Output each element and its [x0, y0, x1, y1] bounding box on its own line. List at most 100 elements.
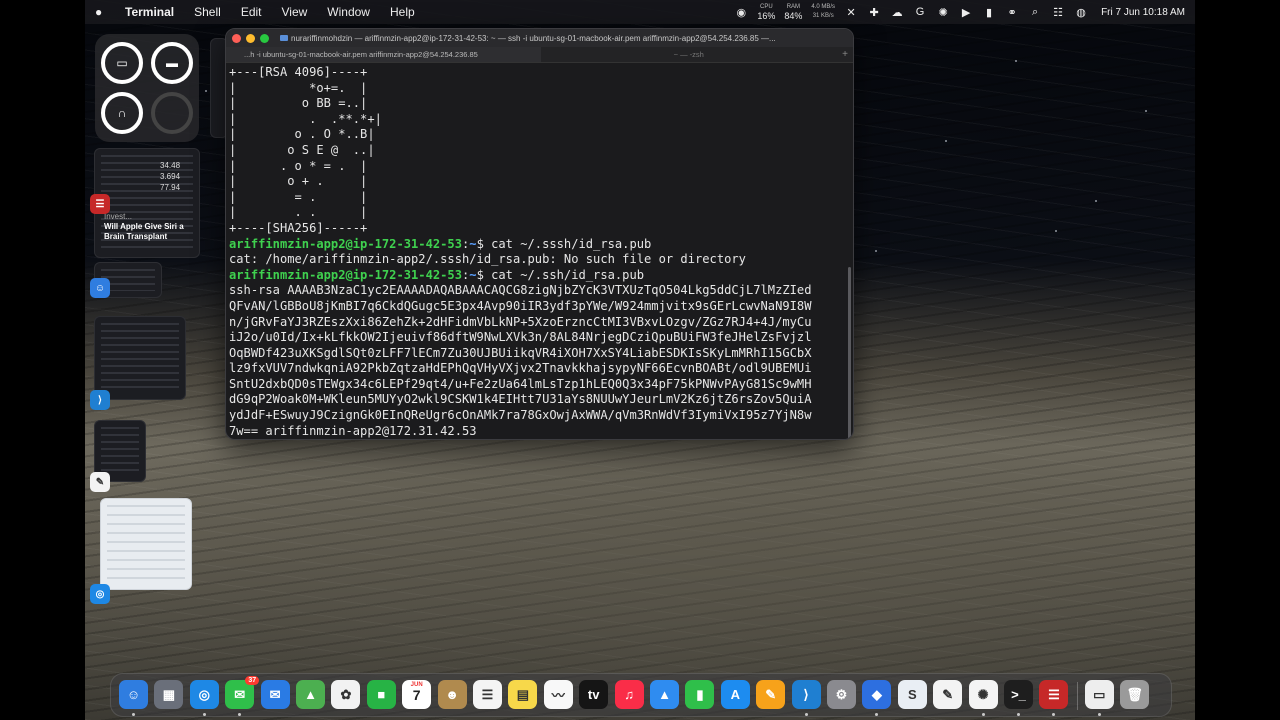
- notes-glyph: ▤: [516, 686, 530, 702]
- system-settings-icon[interactable]: ⚙: [827, 680, 856, 709]
- ram-stat[interactable]: RAM 84%: [784, 3, 802, 21]
- textedit-icon[interactable]: ✎: [933, 680, 963, 709]
- prompt-user: ariffinmzin-app2@ip-172-31-42-53: [229, 236, 462, 251]
- output-line: ssh-rsa AAAAB3NzaC1yc2EAAAADAQABAAACAQCG…: [229, 283, 812, 298]
- safari-icon[interactable]: ◎: [189, 680, 219, 709]
- tab-zsh[interactable]: ~ — -zsh: [541, 47, 838, 62]
- sublime-glyph: S: [907, 687, 917, 702]
- database-app-icon[interactable]: ☰: [1039, 680, 1069, 709]
- output-line: | . .**.*+|: [229, 111, 382, 126]
- battery-icon[interactable]: ▮: [982, 5, 996, 19]
- clock[interactable]: Fri 7 Jun 10:18 AM: [1101, 7, 1185, 18]
- sublime-icon[interactable]: S: [897, 680, 927, 709]
- scroll-thumb[interactable]: [848, 267, 851, 439]
- siri-icon[interactable]: ◍: [1074, 5, 1088, 19]
- new-tab-icon[interactable]: +: [837, 47, 853, 62]
- vscode-icon[interactable]: ⟩: [791, 680, 821, 709]
- grammarly-icon[interactable]: G: [913, 5, 927, 19]
- dock-separator: [1076, 682, 1078, 710]
- terminal-window[interactable]: nurariffinmohdzin — ariffinmzin-app2@ip-…: [225, 28, 854, 440]
- notes-icon[interactable]: ▤: [508, 680, 538, 709]
- running-indicator: [238, 713, 242, 716]
- calendar-icon[interactable]: 7 JUN: [402, 680, 432, 709]
- news-source: Invest...: [104, 212, 133, 221]
- trash-glyph: 🗑: [1126, 686, 1143, 702]
- menu-help[interactable]: Help: [380, 5, 425, 19]
- control-center-icon[interactable]: ☷: [1051, 5, 1065, 19]
- scrollbar[interactable]: [848, 67, 851, 439]
- window-title-text: nurariffinmohdzin — ariffinmzin-app2@ip-…: [291, 33, 776, 43]
- output-line: SntU2dxbQD0sTEWgx34c6LEPf29qt4/u+Fe2zUa6…: [229, 376, 812, 391]
- apple-menu-icon[interactable]: ●: [95, 5, 119, 19]
- menu-bar: ● Terminal Shell Edit View Window Help ◉…: [85, 0, 1195, 24]
- numbers-glyph: ▮: [696, 686, 704, 702]
- zoom-button[interactable]: [260, 33, 269, 43]
- contacts-icon[interactable]: ☻: [437, 680, 467, 709]
- maps-icon[interactable]: ▲: [296, 680, 325, 709]
- running-indicator: [875, 713, 879, 716]
- cloud-icon[interactable]: ☁: [890, 5, 904, 19]
- music-icon[interactable]: ♫: [614, 680, 644, 709]
- output-line: +----[SHA256]-----+: [229, 220, 368, 235]
- title-bar[interactable]: nurariffinmohdzin — ariffinmzin-app2@ip-…: [226, 29, 853, 47]
- messages-icon[interactable]: ✉ 37: [225, 676, 260, 709]
- network-stat[interactable]: 4.0 MB/s 31 KB/s: [811, 3, 835, 21]
- output-line: | *o+=. |: [229, 80, 368, 95]
- menu-view[interactable]: View: [272, 5, 318, 19]
- close-button[interactable]: [232, 33, 241, 43]
- tv-icon[interactable]: tv: [579, 680, 609, 709]
- terminal-output[interactable]: +---[RSA 4096]----+ | *o+=. | | o BB =..| |…: [226, 63, 853, 439]
- facetime-icon[interactable]: ■: [366, 680, 396, 709]
- search-icon[interactable]: ⌕: [1028, 5, 1042, 19]
- terminal-icon[interactable]: >_: [1004, 680, 1033, 709]
- command-text: $ cat ~/.ssh/id_rsa.pub: [476, 267, 645, 282]
- finder-icon: ☺: [90, 278, 110, 298]
- play-icon[interactable]: ▶: [959, 5, 973, 19]
- ram-value: 84%: [784, 11, 803, 21]
- keynote-icon[interactable]: ▲: [650, 680, 679, 709]
- maps-glyph: ▲: [304, 687, 317, 702]
- output-line: OqBWDf423uXKSgdlSQt0zLFF7lECm7Zu30UJBUii…: [229, 345, 812, 360]
- laptop-battery-icon: ▭: [101, 42, 143, 84]
- finder-icon[interactable]: ☺: [119, 680, 148, 709]
- roblox-icon[interactable]: ◆: [862, 680, 892, 709]
- extension-icon[interactable]: ✚: [867, 5, 881, 19]
- stage-thumbnail-safari[interactable]: [100, 498, 192, 590]
- output-line: iJ2o/u0Id/Ix+kLfkkOW2Ijeuivf86dftW9NwLXV…: [229, 330, 812, 345]
- output-line: cat: /home/ariffinmzin-app2/.sssh/id_rsa…: [229, 252, 746, 267]
- battery-widget[interactable]: ▭ ▬ ∩: [95, 34, 199, 142]
- mute-icon[interactable]: ✕: [844, 5, 858, 19]
- database-app-icon: ☰: [90, 194, 110, 214]
- output-line: lz9fxVUV7ndwkqniA92PkbZqtzaHdEPhQqVHyVXj…: [229, 361, 812, 376]
- freeform-icon[interactable]: 〰: [543, 680, 573, 709]
- news-title: Will Apple Give Siri a Brain Transplant: [104, 222, 184, 241]
- cpu-stat[interactable]: CPU 16%: [757, 3, 775, 21]
- menu-shell[interactable]: Shell: [184, 5, 231, 19]
- numbers-icon[interactable]: ▮: [685, 680, 715, 709]
- menu-window[interactable]: Window: [317, 5, 380, 19]
- chatgpt-icon[interactable]: ✺: [936, 5, 950, 19]
- photos-glyph: ✿: [340, 686, 352, 702]
- tab-ssh[interactable]: ...h -i ubuntu-sg-01-macbook-air.pem ari…: [226, 47, 541, 62]
- stock-values: 34.48 3.694 77.94: [160, 160, 180, 193]
- launchpad-icon[interactable]: ▦: [154, 680, 184, 709]
- chatgpt-icon[interactable]: ✺: [968, 680, 998, 709]
- preview-icon[interactable]: ▭: [1084, 680, 1114, 709]
- stage-thumbnail-vscode[interactable]: [94, 316, 186, 400]
- mail-icon[interactable]: ✉: [260, 680, 290, 709]
- photos-icon[interactable]: ✿: [331, 680, 361, 709]
- empty-battery-slot-icon: [151, 92, 193, 134]
- minimize-button[interactable]: [246, 33, 255, 43]
- finder-glyph: ☺: [126, 687, 141, 702]
- trash-icon[interactable]: 🗑: [1120, 680, 1150, 709]
- pages-icon[interactable]: ✎: [756, 680, 786, 709]
- output-line: | o . O *..B|: [229, 127, 375, 142]
- control-icon[interactable]: ⚭: [1005, 5, 1019, 19]
- reminders-icon[interactable]: ☰: [473, 680, 502, 709]
- database-app-glyph: ☰: [1048, 686, 1060, 702]
- menu-edit[interactable]: Edit: [231, 5, 272, 19]
- record-icon[interactable]: ◉: [734, 5, 748, 19]
- app-store-icon[interactable]: A: [720, 680, 750, 709]
- menu-app-name[interactable]: Terminal: [119, 5, 184, 19]
- facetime-glyph: ■: [377, 687, 386, 702]
